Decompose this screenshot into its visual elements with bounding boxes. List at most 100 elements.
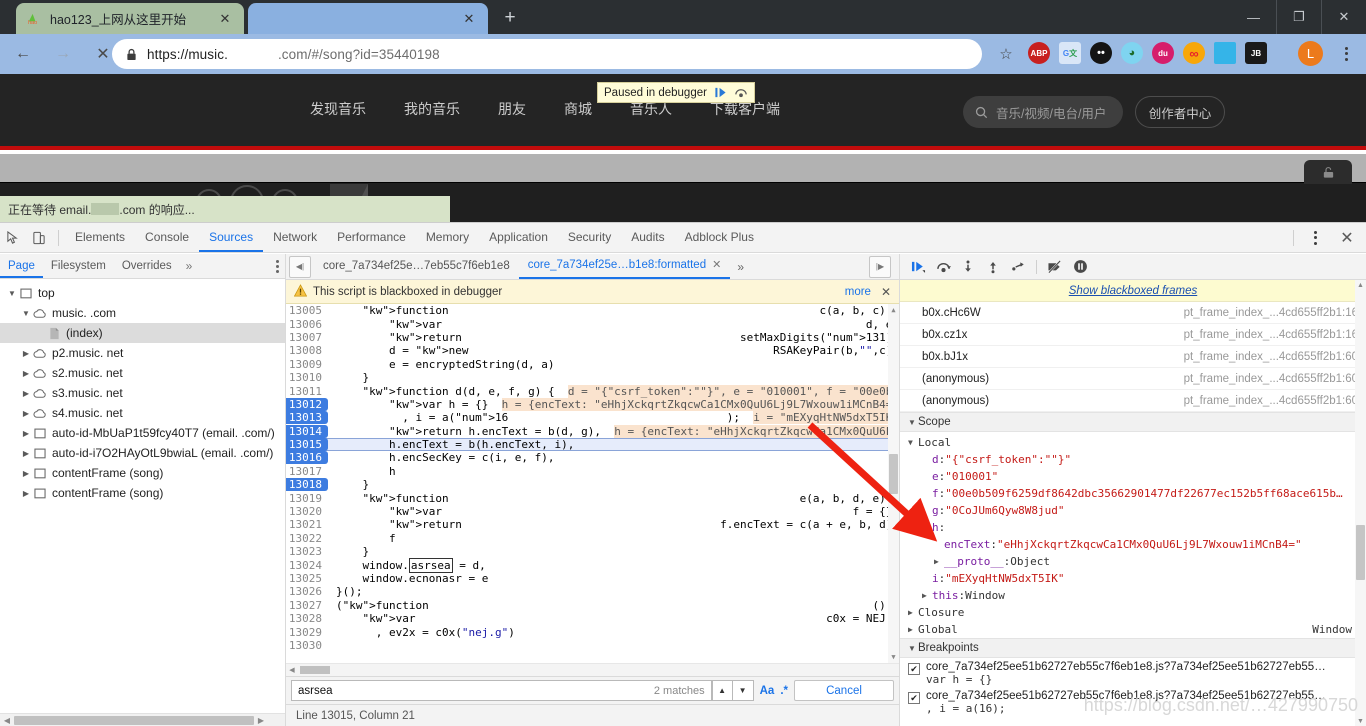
- file-tree-item[interactable]: ▼music. .com: [0, 303, 285, 323]
- code-line[interactable]: 13009 e = encryptedString(d, a): [286, 358, 899, 371]
- scope-group[interactable]: ▶Closure: [900, 604, 1366, 621]
- scroll-down-icon[interactable]: ▼: [888, 653, 899, 661]
- site-nav-link[interactable]: 商城: [564, 99, 592, 119]
- code-line[interactable]: 13015 h.encText = b(h.encText, i),: [286, 438, 899, 451]
- source-tabs-scroll-right-icon[interactable]: |▶: [869, 256, 891, 278]
- internet-download-manager-extension-icon[interactable]: ◕: [1121, 42, 1143, 64]
- code-line[interactable]: 13018 }: [286, 478, 899, 491]
- forward-icon[interactable]: →: [46, 37, 80, 71]
- cancel-button[interactable]: Cancel: [794, 680, 894, 701]
- step-out-of-current-function-icon[interactable]: [982, 256, 1004, 278]
- toggle-device-toolbar-icon[interactable]: [26, 225, 52, 251]
- line-number[interactable]: 13020: [286, 505, 328, 518]
- breakpoint-checkbox[interactable]: ✔: [908, 692, 920, 704]
- twisty-icon[interactable]: ▶: [20, 469, 32, 478]
- line-number[interactable]: 13015: [286, 438, 328, 451]
- twisty-icon[interactable]: ▶: [934, 557, 944, 566]
- code-line[interactable]: 13025 window.ecnonasr = e: [286, 572, 899, 585]
- site-search-box[interactable]: 音乐/视频/电台/用户: [963, 96, 1123, 128]
- code-line[interactable]: 13027("kw">function() {: [286, 599, 899, 612]
- code-editor[interactable]: 13005 "kw">function c(a, b, c) {13006 "k…: [286, 304, 899, 663]
- code-line[interactable]: 13006 "kw">var d, e;: [286, 317, 899, 330]
- site-nav-link[interactable]: 发现音乐: [310, 99, 366, 119]
- twisty-icon[interactable]: ▶: [922, 591, 932, 600]
- navigator-tab-filesystem[interactable]: Filesystem: [43, 254, 114, 278]
- back-icon[interactable]: ←: [6, 37, 40, 71]
- call-stack-frame[interactable]: (anonymous)pt_frame_index_...4cd655ff2b1…: [900, 368, 1366, 390]
- scope-variable[interactable]: d: "{"csrf_token":""}": [900, 451, 1366, 468]
- code-line[interactable]: 13007 "kw">return setMaxDigits("num">131…: [286, 331, 899, 344]
- scroll-up-icon[interactable]: ▲: [888, 306, 899, 314]
- twisty-icon[interactable]: ▶: [20, 369, 32, 378]
- twisty-icon[interactable]: ▼: [922, 523, 932, 532]
- close-icon[interactable]: ✕: [216, 10, 234, 28]
- tab-console[interactable]: Console: [135, 223, 199, 252]
- line-number[interactable]: 13014: [286, 425, 328, 438]
- bookmark-star-icon[interactable]: ☆: [993, 41, 1019, 67]
- close-icon[interactable]: ✕: [712, 253, 721, 278]
- scrollbar-thumb[interactable]: [300, 666, 330, 674]
- regex-button[interactable]: .*: [780, 685, 788, 697]
- creator-center-button[interactable]: 创作者中心: [1135, 96, 1225, 128]
- scope-variable[interactable]: g: "0CoJUm6Qyw8W8jud": [900, 502, 1366, 519]
- file-tree-item[interactable]: ▶p2.music. net: [0, 343, 285, 363]
- line-number[interactable]: 13029: [286, 626, 328, 639]
- code-line[interactable]: 13005 "kw">function c(a, b, c) {: [286, 304, 899, 317]
- scroll-left-icon[interactable]: ◀: [286, 666, 298, 674]
- close-icon[interactable]: ✕: [460, 10, 478, 28]
- pocket-extension-icon[interactable]: [1214, 42, 1236, 64]
- call-stack-frame[interactable]: b0x.cHc6Wpt_frame_index_...4cd655ff2b1:1…: [900, 302, 1366, 324]
- scrollbar-thumb[interactable]: [14, 716, 254, 725]
- code-line[interactable]: 13010 }: [286, 371, 899, 384]
- line-number[interactable]: 13010: [286, 371, 328, 384]
- line-number[interactable]: 13017: [286, 465, 328, 478]
- maximize-icon[interactable]: ❐: [1276, 0, 1321, 34]
- twisty-icon[interactable]: ▼: [908, 438, 918, 447]
- file-tree-item[interactable]: (index): [0, 323, 285, 343]
- source-tab-active[interactable]: core_7a734ef25e…b1e8:formatted ✕: [519, 254, 731, 279]
- step-icon[interactable]: [1007, 256, 1029, 278]
- debugger-vertical-scrollbar[interactable]: ▲ ▼: [1355, 280, 1366, 726]
- scope-variable[interactable]: ▶__proto__: Object: [900, 553, 1366, 570]
- line-number[interactable]: 13022: [286, 532, 328, 545]
- breakpoints-section-header[interactable]: ▼ Breakpoints: [900, 638, 1366, 658]
- google-translate-extension-icon[interactable]: G文: [1059, 42, 1081, 64]
- code-line[interactable]: 13029 , ev2x = c0x("nej.g"): [286, 625, 899, 638]
- tab-network[interactable]: Network: [263, 223, 327, 252]
- code-line[interactable]: 13019 "kw">function e(a, b, d, e) {: [286, 491, 899, 504]
- pause-on-exceptions-icon[interactable]: [1069, 256, 1091, 278]
- breakpoint-checkbox[interactable]: ✔: [908, 663, 920, 675]
- du-extension-icon[interactable]: du: [1152, 42, 1174, 64]
- scope-variable[interactable]: f: "00e0b509f6259df8642dbc35662901477df2…: [900, 485, 1366, 502]
- search-input-field[interactable]: [298, 685, 654, 697]
- step-over-next-function-call-icon[interactable]: [932, 256, 954, 278]
- scope-variable[interactable]: encText: "eHhjXckqrtZkqcwCa1CMx0QuU6Lj9L…: [900, 536, 1366, 553]
- browser-menu-icon[interactable]: [1335, 41, 1357, 66]
- scope-group[interactable]: ▼Local: [900, 434, 1366, 451]
- call-stack-frame[interactable]: b0x.bJ1xpt_frame_index_...4cd655ff2b1:60: [900, 346, 1366, 368]
- tab-elements[interactable]: Elements: [65, 223, 135, 252]
- code-line[interactable]: 13017 h: [286, 465, 899, 478]
- navigator-menu-icon[interactable]: [276, 260, 279, 273]
- code-line[interactable]: 13008 d = "kw">new RSAKeyPair(b,"",c),: [286, 344, 899, 357]
- line-number[interactable]: 13005: [286, 304, 328, 317]
- site-nav-link[interactable]: 我的音乐: [404, 99, 460, 119]
- source-tab[interactable]: core_7a734ef25e…7eb55c7f6eb1e8: [314, 254, 519, 279]
- tab-application[interactable]: Application: [479, 223, 558, 252]
- code-line[interactable]: 13021 "kw">return f.encText = c(a + e, b…: [286, 518, 899, 531]
- code-line[interactable]: 13016 h.encSecKey = c(i, e, f),: [286, 451, 899, 464]
- minimize-icon[interactable]: —: [1231, 0, 1276, 34]
- browser-tab-inactive[interactable]: ✕: [248, 3, 488, 34]
- browser-tab-active[interactable]: hao hao123_上网从这里开始 ✕: [16, 3, 244, 34]
- scrollbar-thumb[interactable]: [889, 454, 898, 494]
- code-line[interactable]: 13020 "kw">var f = {};: [286, 505, 899, 518]
- line-number[interactable]: 13021: [286, 518, 328, 531]
- call-stack-frame[interactable]: b0x.cz1xpt_frame_index_...4cd655ff2b1:16: [900, 324, 1366, 346]
- file-tree-item[interactable]: ▶contentFrame (song): [0, 463, 285, 483]
- new-tab-button[interactable]: +: [497, 7, 523, 31]
- twisty-icon[interactable]: ▶: [908, 625, 918, 634]
- editor-horizontal-scrollbar[interactable]: ◀: [286, 663, 899, 676]
- close-window-icon[interactable]: ✕: [1321, 0, 1366, 34]
- tab-memory[interactable]: Memory: [416, 223, 479, 252]
- file-tree-item[interactable]: ▶s2.music. net: [0, 363, 285, 383]
